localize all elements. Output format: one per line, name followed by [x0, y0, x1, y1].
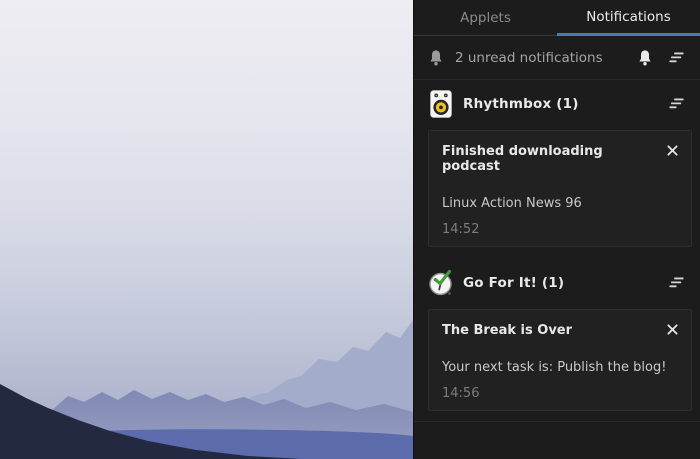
tab-applets[interactable]: Applets — [414, 0, 557, 36]
group-title: Go For It! (1) — [463, 275, 565, 291]
notification-timestamp: 14:56 — [442, 386, 480, 401]
unread-count-label: 2 unread notifications — [455, 50, 603, 66]
notification-card-header: Finished downloading podcast — [442, 144, 678, 174]
notification-timestamp: 14:52 — [442, 222, 480, 237]
notification-group-go-for-it: Go For It! (1) — [414, 247, 700, 297]
notification-title: Finished downloading podcast — [442, 144, 603, 174]
mountains-image — [0, 320, 413, 459]
go-for-it-icon — [428, 269, 454, 297]
tab-notifications[interactable]: Notifications — [557, 0, 700, 36]
clear-list-icon[interactable] — [667, 97, 686, 111]
raven-tabs: Applets Notifications — [414, 0, 700, 36]
desktop-wallpaper — [0, 0, 413, 459]
notification-title: The Break is Over — [442, 323, 573, 338]
notification-card-header: The Break is Over — [442, 323, 678, 338]
notifications-header: 2 unread notifications — [414, 36, 700, 80]
bell-icon — [428, 49, 444, 67]
notification-group-rhythmbox: Rhythmbox (1) — [414, 80, 700, 118]
notifications-panel: Applets Notifications 2 unread notificat… — [413, 0, 700, 459]
desktop: Applets Notifications 2 unread notificat… — [0, 0, 700, 459]
notification-body: Your next task is: Publish the blog! — [442, 360, 667, 375]
group-title: Rhythmbox (1) — [463, 96, 579, 112]
bell-icon[interactable] — [637, 49, 653, 67]
clear-list-icon[interactable] — [667, 51, 686, 65]
notification-card: Finished downloading podcast Linux Actio… — [428, 130, 692, 247]
close-icon[interactable] — [667, 324, 678, 335]
clear-list-icon[interactable] — [667, 276, 686, 290]
notification-body: Linux Action News 96 — [442, 196, 582, 211]
close-icon[interactable] — [667, 145, 678, 156]
rhythmbox-icon — [428, 90, 454, 118]
notification-card: The Break is Over Your next task is: Pub… — [428, 309, 692, 411]
panel-divider — [414, 421, 700, 422]
